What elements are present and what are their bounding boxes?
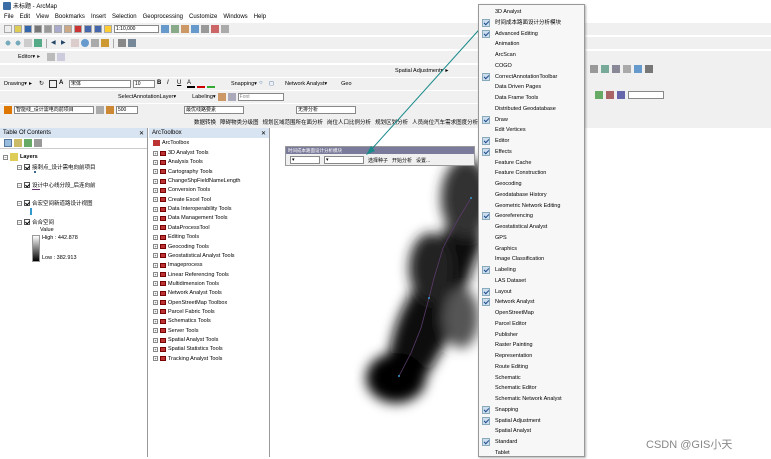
- menu-item[interactable]: Edit Vertices: [495, 125, 526, 135]
- menu-item[interactable]: Advanced Editing: [495, 29, 538, 39]
- menu-item[interactable]: 时间成本路面设计分析模块: [495, 18, 561, 28]
- menu-item[interactable]: Layout: [495, 287, 512, 297]
- menu-item[interactable]: LAS Dataset: [495, 276, 526, 286]
- menu-item[interactable]: Standard: [495, 437, 517, 447]
- menu-item[interactable]: Spatial Adjustment: [495, 416, 541, 426]
- check-icon: [482, 416, 490, 425]
- menu-item[interactable]: Data Driven Pages: [495, 82, 541, 92]
- menu-item[interactable]: Geodatabase History: [495, 190, 547, 200]
- menu-item[interactable]: Schematic Network Analyst: [495, 394, 562, 404]
- check-icon: [482, 72, 490, 81]
- check-icon: [482, 287, 490, 296]
- menu-item[interactable]: OpenStreetMap: [495, 308, 534, 318]
- menu-item[interactable]: Labeling: [495, 265, 516, 275]
- menu-item[interactable]: CorrectAnnotationToolbar: [495, 72, 557, 82]
- menu-item[interactable]: Parcel Editor: [495, 319, 527, 329]
- menu-item[interactable]: Spatial Analyst: [495, 426, 531, 436]
- menu-item[interactable]: Tablet: [495, 448, 510, 458]
- check-icon: [482, 147, 490, 156]
- toolbars-context-menu: 3D Analyst 时间成本路面设计分析模块 Advanced Editing An…: [478, 4, 585, 457]
- menu-item[interactable]: Effects: [495, 147, 512, 157]
- menu-item[interactable]: Animation: [495, 39, 519, 49]
- menu-item[interactable]: Schematic Editor: [495, 383, 537, 393]
- menu-item[interactable]: Distributed Geodatabase: [495, 104, 556, 114]
- check-icon: [482, 438, 490, 446]
- menu-item[interactable]: Schematic: [495, 373, 521, 383]
- menu-item[interactable]: Representation: [495, 351, 532, 361]
- check-icon: [482, 298, 490, 307]
- menu-item[interactable]: Image Classification: [495, 254, 544, 264]
- menu-item[interactable]: Raster Painting: [495, 340, 533, 350]
- check-icon: [482, 266, 490, 274]
- annotation-overlay: [366, 21, 487, 155]
- check-icon: [482, 115, 490, 124]
- menu-item[interactable]: Graphics: [495, 244, 517, 254]
- menu-item[interactable]: Georeferencing: [495, 211, 533, 221]
- check-icon: [482, 18, 490, 27]
- menu-item[interactable]: GPS: [495, 233, 507, 243]
- check-icon: [482, 212, 490, 221]
- menu-item[interactable]: ArcScan: [495, 50, 516, 60]
- menu-item[interactable]: Feature Cache: [495, 158, 531, 168]
- menu-item[interactable]: Network Analyst: [495, 297, 534, 307]
- menu-item[interactable]: Data Frame Tools: [495, 93, 538, 103]
- menu-item[interactable]: Draw: [495, 115, 508, 125]
- menu-item[interactable]: Feature Construction: [495, 168, 546, 178]
- menu-item[interactable]: COGO: [495, 61, 512, 71]
- menu-item[interactable]: Geostatistical Analyst: [495, 222, 547, 232]
- menu-item[interactable]: Geocoding: [495, 179, 522, 189]
- check-icon: [482, 29, 490, 38]
- menu-item[interactable]: Geometric Network Editing: [495, 201, 560, 211]
- menu-item[interactable]: Publisher: [495, 330, 518, 340]
- menu-item[interactable]: Route Editing: [495, 362, 528, 372]
- menu-item[interactable]: 3D Analyst: [495, 7, 521, 17]
- menu-item[interactable]: Editor: [495, 136, 509, 146]
- watermark: CSDN @GIS小天: [646, 439, 733, 451]
- check-icon: [482, 405, 490, 414]
- annotation-arrow: [369, 21, 487, 152]
- check-icon: [482, 137, 490, 145]
- menu-item[interactable]: Snapping: [495, 405, 518, 415]
